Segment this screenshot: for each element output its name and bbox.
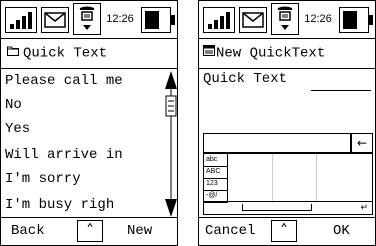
space-key[interactable] xyxy=(242,204,312,211)
list-item[interactable]: I'm busy righ xyxy=(5,197,114,213)
softkey-bar: Back ˄ New xyxy=(1,217,177,245)
keyboard-text-input[interactable] xyxy=(203,133,351,153)
scrollbar[interactable] xyxy=(165,69,177,219)
new-quicktext-screen: 12:26 New QuickText Quick Text ← abc ABC… xyxy=(198,0,376,246)
enter-icon[interactable]: ↵ xyxy=(360,203,368,213)
list-item[interactable]: No xyxy=(5,97,22,113)
scroll-up-icon[interactable] xyxy=(165,71,177,89)
list-item[interactable]: Yes xyxy=(5,121,30,137)
compose-icon xyxy=(203,39,215,67)
phone-icon[interactable] xyxy=(271,3,299,35)
new-button[interactable]: New xyxy=(127,218,152,245)
list-item[interactable]: Please call me xyxy=(5,73,123,89)
chevron-up-icon[interactable]: ˄ xyxy=(271,220,297,242)
list-item[interactable]: I'm sorry xyxy=(5,171,81,187)
quick-text-screen: 12:26 Quick Text Please call me No Yes W… xyxy=(0,0,178,246)
clock: 12:26 xyxy=(105,7,135,33)
quick-text-list: Please call me No Yes Will arrive in I'm… xyxy=(1,69,166,219)
envelope-icon xyxy=(239,7,267,33)
status-bar: 12:26 xyxy=(1,1,177,39)
battery-icon xyxy=(141,7,175,33)
soft-keyboard[interactable]: abc ABC 123 -@/ ↵ xyxy=(203,153,373,215)
backspace-icon[interactable]: ← xyxy=(351,133,373,153)
envelope-icon xyxy=(41,7,69,33)
softkey-bar: Cancel ˄ OK xyxy=(199,217,375,245)
page-title-text: New QuickText xyxy=(216,45,326,62)
quick-text-input[interactable] xyxy=(311,90,371,91)
quick-text-label: Quick Text xyxy=(203,71,288,87)
folder-icon xyxy=(7,39,19,67)
list-item[interactable]: Will arrive in xyxy=(5,147,123,163)
ok-button[interactable]: OK xyxy=(333,218,350,245)
page-title: New QuickText xyxy=(199,39,375,69)
page-title: Quick Text xyxy=(1,39,177,69)
signal-strength-icon xyxy=(203,7,235,33)
clock: 12:26 xyxy=(303,7,333,33)
battery-icon xyxy=(339,7,373,33)
back-button[interactable]: Back xyxy=(11,218,45,245)
page-title-text: Quick Text xyxy=(23,45,108,62)
scroll-down-icon[interactable] xyxy=(165,199,177,217)
status-bar: 12:26 xyxy=(199,1,375,39)
cancel-button[interactable]: Cancel xyxy=(205,218,255,245)
chevron-up-icon[interactable]: ˄ xyxy=(77,220,103,242)
phone-icon[interactable] xyxy=(73,3,101,35)
signal-strength-icon xyxy=(5,7,37,33)
